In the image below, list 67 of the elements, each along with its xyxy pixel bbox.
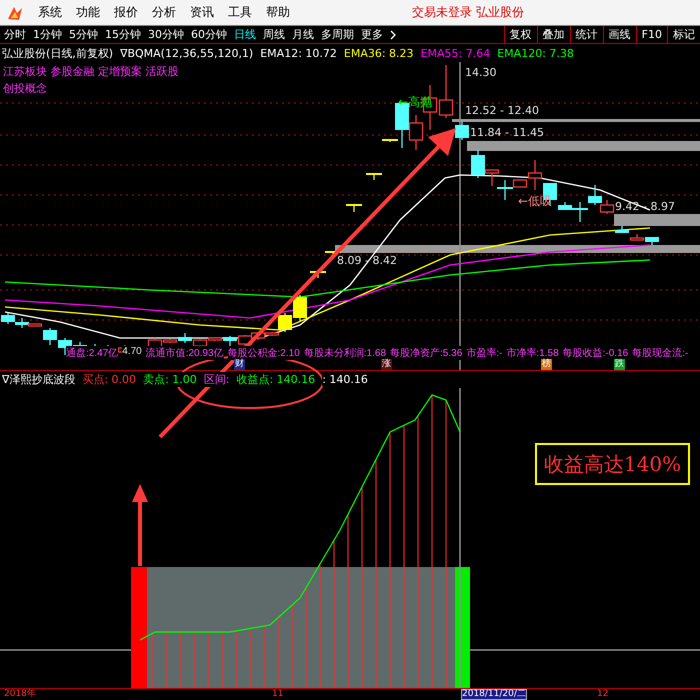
indicator-name: ∇BQMA(12,36,55,120,1) bbox=[120, 46, 254, 60]
period-tab[interactable]: 更多 bbox=[361, 27, 383, 42]
event-marker[interactable]: 财 bbox=[234, 359, 245, 370]
price-label: 12.52 - 12.40 bbox=[465, 104, 539, 117]
price-label: 9.42 - 8.97 bbox=[615, 200, 675, 213]
candlestick bbox=[438, 65, 454, 118]
period-tab[interactable]: 1分钟 bbox=[33, 27, 62, 42]
candlestick bbox=[455, 122, 469, 140]
indicator-name: ∇泽熙抄底波段 bbox=[2, 372, 76, 387]
candlestick bbox=[238, 335, 252, 346]
period-tab[interactable]: 30分钟 bbox=[148, 27, 184, 42]
period-tab[interactable]: 15分钟 bbox=[105, 27, 141, 42]
date-axis-label: 2018年 bbox=[4, 689, 36, 700]
stock-info-text: 每股收益:-0.16 bbox=[562, 346, 628, 360]
period-tab[interactable]: 分时 bbox=[4, 27, 26, 42]
candlestick bbox=[310, 271, 326, 278]
event-marker[interactable]: 榜 bbox=[541, 359, 552, 370]
candlestick bbox=[293, 295, 307, 322]
candlestick bbox=[408, 115, 424, 150]
chart-title: 弘业股份(日线,前复权) bbox=[2, 46, 114, 60]
period-tab[interactable]: 周线 bbox=[263, 27, 285, 42]
chevron-right-icon bbox=[390, 30, 397, 40]
menu-item[interactable]: 帮助 bbox=[266, 4, 290, 21]
period-tab[interactable]: 60分钟 bbox=[191, 27, 227, 42]
menu-item[interactable]: 工具 bbox=[228, 4, 252, 21]
stock-info-text: 每股现金流:- bbox=[632, 346, 688, 360]
period-tab[interactable]: 多周期 bbox=[321, 27, 354, 42]
indicator-value: 卖点: 1.00 bbox=[143, 372, 197, 387]
menu-item[interactable]: 报价 bbox=[114, 4, 138, 21]
candlestick bbox=[366, 173, 382, 180]
menu-item[interactable]: 分析 bbox=[152, 4, 176, 21]
candlestick bbox=[346, 204, 362, 212]
period-tab[interactable]: 5分钟 bbox=[69, 27, 98, 42]
concept-tags: 江苏板块 参股金融 定增预案 活跃股 bbox=[3, 64, 178, 79]
period-tab[interactable]: 日线 bbox=[234, 27, 256, 42]
date-axis-label: 2018/11/20/二 bbox=[461, 689, 527, 700]
login-status-text: 交易未登录 弘业股份 bbox=[412, 4, 524, 21]
period-tab[interactable]: 月线 bbox=[292, 27, 314, 42]
menu-item[interactable]: 功能 bbox=[76, 4, 100, 21]
indicator-value: : 140.16 bbox=[322, 373, 368, 386]
candlestick bbox=[588, 185, 602, 205]
menu-item[interactable]: 系统 bbox=[38, 4, 62, 21]
date-axis-label: 11 bbox=[272, 689, 284, 700]
candlestick bbox=[1, 313, 15, 324]
price-label: 14.30 bbox=[465, 66, 496, 79]
event-marker[interactable]: 涨 bbox=[381, 359, 392, 370]
price-label: 11.84 - 11.45 bbox=[470, 126, 544, 139]
stock-info-text: 每股公积金:2.10 bbox=[228, 346, 300, 360]
ema-legend: EMA12: 10.72 bbox=[260, 46, 337, 60]
indicator-value: 买点: 0.00 bbox=[82, 372, 136, 387]
stock-info-text: 市盈率:- bbox=[466, 346, 502, 360]
menu-item[interactable]: 资讯 bbox=[190, 4, 214, 21]
stock-info-text: 市净率:1.58 bbox=[506, 346, 559, 360]
price-label: 8.09 - 8.42 bbox=[337, 254, 397, 267]
ema-legend: EMA55: 7.64 bbox=[420, 46, 490, 60]
stock-info-text: 每股未分利润:1.68 bbox=[304, 346, 386, 360]
date-axis-label: 12 bbox=[597, 689, 608, 700]
indicator-value: 收益点: 140.16 bbox=[236, 372, 316, 387]
candlestick bbox=[600, 200, 614, 214]
stock-info-text: 通盘:2.47亿 bbox=[66, 346, 118, 360]
stock-info-text: 流通市值:20.93亿 bbox=[146, 346, 224, 360]
ema-legend: EMA36: 8.23 bbox=[344, 46, 414, 60]
profit-callout: 收益高达140% bbox=[535, 443, 690, 485]
indicator-value: 区间: bbox=[204, 372, 230, 387]
stock-info-text: 每股净资产:5.36 bbox=[390, 346, 462, 360]
ema-legend: EMA120: 7.38 bbox=[497, 46, 574, 60]
concept-tags: 创投概念 bbox=[3, 81, 178, 96]
